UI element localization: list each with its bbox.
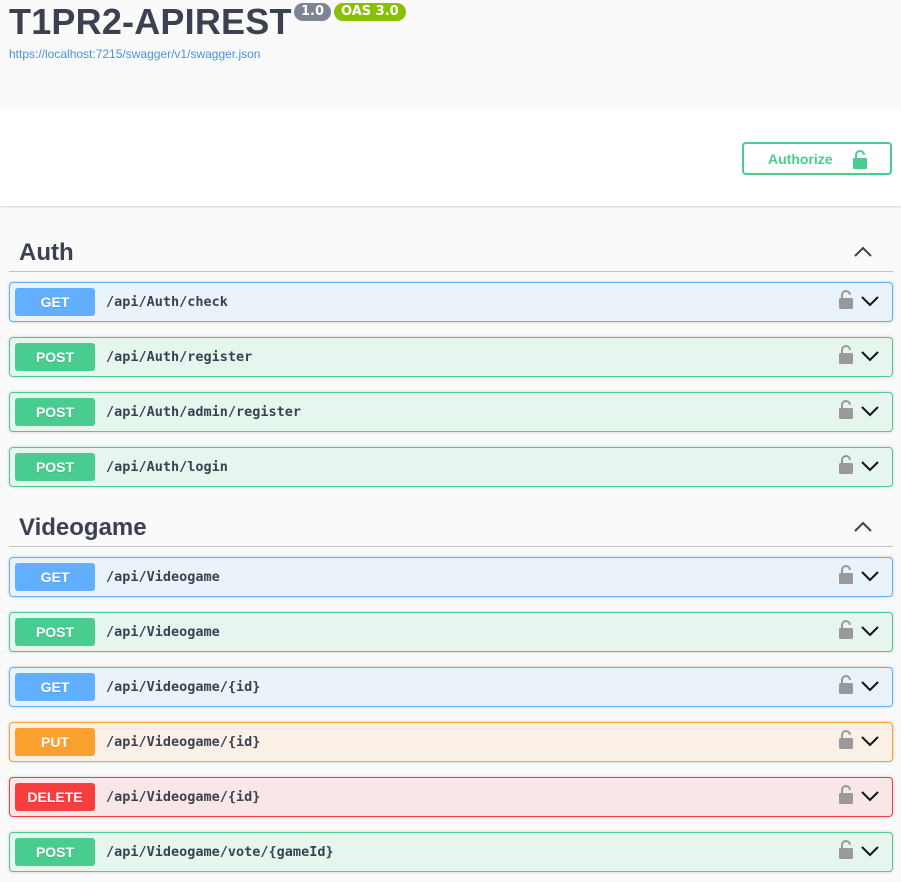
chevron-down-icon[interactable] bbox=[860, 404, 880, 423]
chevron-down-icon[interactable] bbox=[860, 734, 880, 753]
operation-path: /api/Videogame/{id} bbox=[106, 789, 261, 805]
operation-path: /api/Videogame bbox=[106, 569, 220, 585]
chevron-down-icon[interactable] bbox=[860, 679, 880, 698]
operation-post-auth-admin-register[interactable]: POST /api/Auth/admin/register bbox=[9, 392, 893, 432]
method-badge: POST bbox=[15, 618, 95, 646]
chevron-down-icon[interactable] bbox=[860, 459, 880, 478]
section-title: Videogame bbox=[19, 514, 147, 541]
operation-path: /api/Auth/admin/register bbox=[106, 404, 302, 420]
method-badge: POST bbox=[15, 453, 95, 481]
operation-path: /api/Auth/register bbox=[106, 349, 253, 365]
section-title: Auth bbox=[19, 239, 74, 266]
operation-delete-videogame-id[interactable]: DELETE /api/Videogame/{id} bbox=[9, 777, 893, 817]
operation-path: /api/Auth/check bbox=[106, 294, 228, 310]
operation-get-videogame[interactable]: GET /api/Videogame bbox=[9, 557, 893, 597]
operation-path: /api/Videogame/{id} bbox=[106, 734, 261, 750]
oas-badge: OAS 3.0 bbox=[334, 3, 406, 21]
section-header-auth[interactable]: Auth bbox=[9, 229, 893, 272]
chevron-down-icon[interactable] bbox=[860, 624, 880, 643]
api-info: T1PR2-APIREST 1.0 OAS 3.0 https://localh… bbox=[0, 0, 901, 111]
lock-icon[interactable] bbox=[838, 730, 854, 755]
section-videogame: Videogame bbox=[9, 504, 893, 547]
section-header-videogame[interactable]: Videogame bbox=[9, 504, 893, 547]
method-badge: POST bbox=[15, 838, 95, 866]
method-badge: DELETE bbox=[15, 783, 95, 811]
operation-path: /api/Auth/login bbox=[106, 459, 228, 475]
operation-post-videogame-vote[interactable]: POST /api/Videogame/vote/{gameId} bbox=[9, 832, 893, 872]
operation-get-videogame-id[interactable]: GET /api/Videogame/{id} bbox=[9, 667, 893, 707]
method-badge: POST bbox=[15, 343, 95, 371]
scheme-container: Authorize bbox=[0, 111, 901, 206]
method-badge: PUT bbox=[15, 728, 95, 756]
chevron-down-icon[interactable] bbox=[860, 569, 880, 588]
operation-post-auth-register[interactable]: POST /api/Auth/register bbox=[9, 337, 893, 377]
version-badge: 1.0 bbox=[294, 3, 332, 21]
chevron-down-icon[interactable] bbox=[860, 844, 880, 863]
lock-icon[interactable] bbox=[838, 785, 854, 810]
lock-icon[interactable] bbox=[838, 455, 854, 480]
operation-path: /api/Videogame bbox=[106, 624, 220, 640]
authorize-label: Authorize bbox=[768, 150, 833, 167]
lock-icon[interactable] bbox=[838, 675, 854, 700]
lock-icon[interactable] bbox=[838, 345, 854, 370]
chevron-down-icon[interactable] bbox=[860, 349, 880, 368]
operation-put-videogame-id[interactable]: PUT /api/Videogame/{id} bbox=[9, 722, 893, 762]
spec-link[interactable]: https://localhost:7215/swagger/v1/swagge… bbox=[9, 47, 260, 61]
operation-get-auth-check[interactable]: GET /api/Auth/check bbox=[9, 282, 893, 322]
method-badge: GET bbox=[15, 563, 95, 591]
section-auth: Auth bbox=[9, 229, 893, 272]
authorize-button[interactable]: Authorize bbox=[742, 142, 892, 175]
chevron-up-icon[interactable] bbox=[851, 520, 875, 534]
method-badge: GET bbox=[15, 288, 95, 316]
api-title: T1PR2-APIREST bbox=[9, 1, 292, 42]
operation-post-auth-login[interactable]: POST /api/Auth/login bbox=[9, 447, 893, 487]
method-badge: GET bbox=[15, 673, 95, 701]
operation-post-videogame[interactable]: POST /api/Videogame bbox=[9, 612, 893, 652]
chevron-down-icon[interactable] bbox=[860, 294, 880, 313]
unlock-icon bbox=[852, 150, 868, 173]
chevron-down-icon[interactable] bbox=[860, 789, 880, 808]
operation-path: /api/Videogame/{id} bbox=[106, 679, 261, 695]
lock-icon[interactable] bbox=[838, 400, 854, 425]
lock-icon[interactable] bbox=[838, 620, 854, 645]
lock-icon[interactable] bbox=[838, 290, 854, 315]
method-badge: POST bbox=[15, 398, 95, 426]
chevron-up-icon[interactable] bbox=[851, 245, 875, 259]
lock-icon[interactable] bbox=[838, 565, 854, 590]
operation-path: /api/Videogame/vote/{gameId} bbox=[106, 844, 334, 860]
lock-icon[interactable] bbox=[838, 840, 854, 865]
